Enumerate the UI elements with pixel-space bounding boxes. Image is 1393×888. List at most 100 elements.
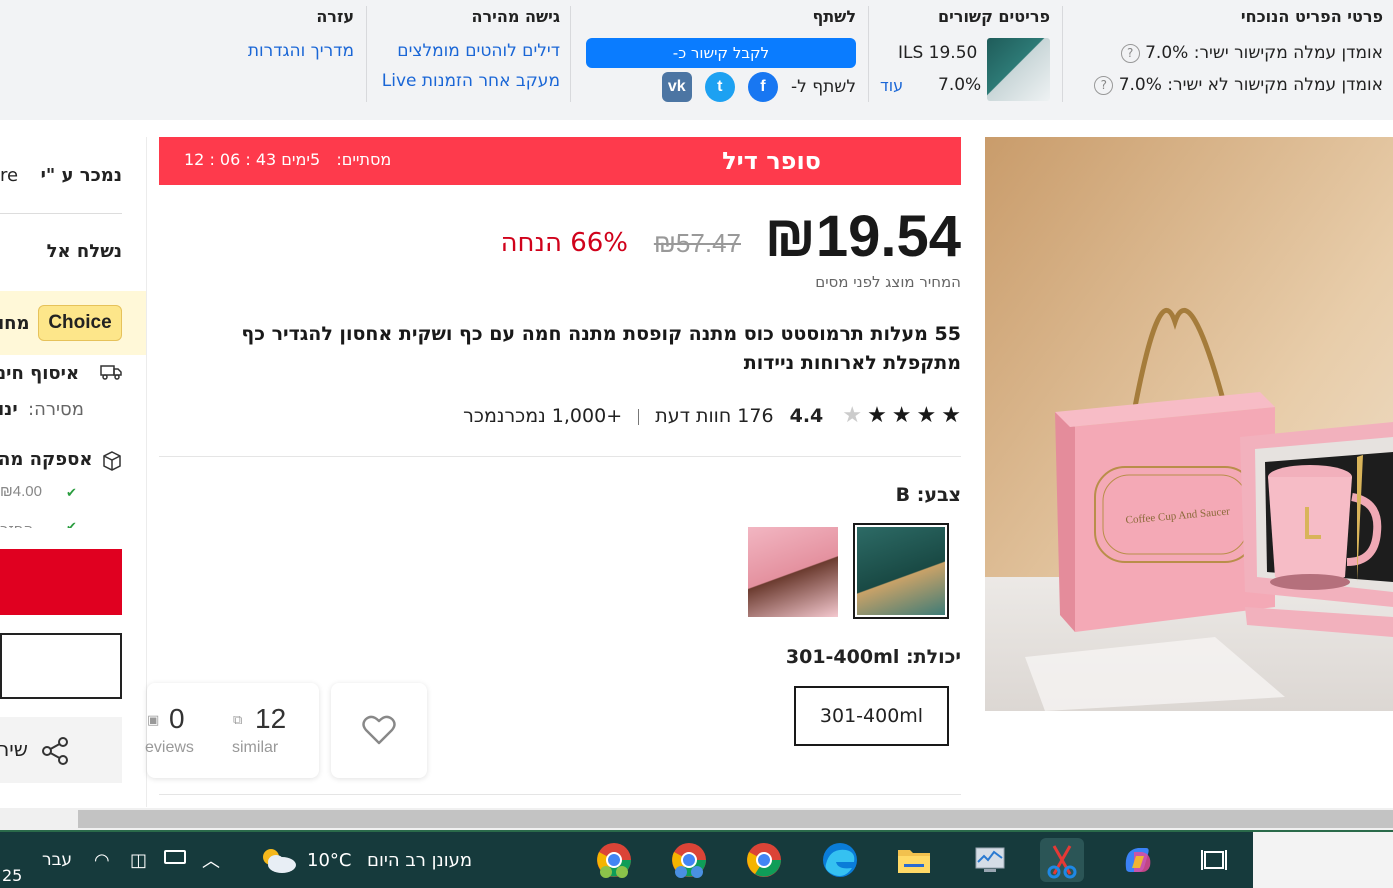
panel-divider: [0, 213, 122, 214]
camera-tray-icon[interactable]: ◫: [130, 850, 147, 871]
wishlist-button[interactable]: [331, 683, 427, 778]
language-indicator[interactable]: עבר: [42, 850, 72, 870]
delivery-label: מסירה:: [28, 399, 84, 420]
help-section: עזרה מדריך והגדרות: [234, 6, 354, 106]
buy-now-button[interactable]: [0, 549, 122, 615]
copilot-icon[interactable]: [1116, 838, 1160, 882]
task-manager-icon[interactable]: [968, 838, 1012, 882]
sold-by-store[interactable]: re: [0, 165, 18, 186]
related-item-thumbnail[interactable]: [987, 38, 1050, 101]
rating-row: ★★★★★ 4.4 176 חוות דעת +1,000 נמכרנמכר: [463, 402, 961, 430]
add-to-cart-button[interactable]: [0, 633, 122, 699]
toolbar-divider: [868, 6, 869, 102]
current-item-title: פרטי הפריט הנוכחי: [1240, 7, 1383, 26]
weather-icon[interactable]: [258, 845, 298, 875]
color-label: צבע: B: [895, 484, 961, 506]
snipping-tool-icon[interactable]: [1040, 838, 1084, 882]
twitter-icon[interactable]: t: [704, 72, 735, 102]
delivery-value: ינו: [0, 399, 18, 420]
sold-by-label: נמכר ע "י: [40, 165, 122, 186]
color-swatch-b[interactable]: [853, 523, 949, 619]
share-row: לשתף ל- f t vk: [585, 72, 856, 102]
share-label: שיר: [0, 737, 28, 761]
reviews-count[interactable]: 176 חוות דעת: [655, 405, 773, 427]
camera-icon: ▣: [147, 713, 160, 728]
facebook-icon[interactable]: f: [747, 72, 778, 102]
scrollbar-thumb[interactable]: [78, 810, 1393, 828]
rating-value: 4.4: [789, 405, 824, 427]
clock-text[interactable]: 25: [2, 866, 22, 885]
stats-card: ▣ 0 eviews ⧉ 12 similar: [145, 683, 319, 778]
weather-temp[interactable]: 10°C: [307, 850, 351, 871]
battery-icon[interactable]: [164, 850, 186, 864]
deal-countdown: מסתיים: 5ימים 12 : 06 : 43: [184, 150, 392, 169]
star-icon: ★: [916, 403, 937, 428]
related-more-link[interactable]: עוד: [880, 75, 903, 97]
weather-text[interactable]: מעונן רב היום: [367, 850, 472, 871]
star-half-icon: ★: [842, 403, 863, 428]
edge-icon[interactable]: [818, 838, 862, 882]
countdown-hours: 12: [184, 150, 205, 169]
original-price: ₪57.47: [653, 228, 741, 258]
choice-badge: Choice: [38, 305, 122, 341]
quick-access-title: גישה מהירה: [471, 7, 560, 26]
color-swatch-a[interactable]: [748, 527, 838, 617]
similar-count[interactable]: 12: [255, 703, 286, 735]
share-icon: [42, 737, 68, 765]
capacity-option[interactable]: 301-400ml: [794, 686, 949, 746]
sold-count: +1,000 נמכרנמכר: [463, 405, 623, 427]
task-view-icon[interactable]: [1192, 838, 1236, 882]
related-commission: 7.0%: [938, 75, 982, 95]
affiliate-toolbar: פרטי הפריט הנוכחי אומדן עמלה מקישור ישיר…: [0, 0, 1393, 120]
capacity-label: יכולת: 301-400ml: [785, 646, 961, 668]
super-deal-bar: סופר דיל מסתיים: 5ימים 12 : 06 : 43: [159, 137, 961, 185]
show-desktop-area[interactable]: [1253, 832, 1393, 888]
file-explorer-icon[interactable]: [892, 838, 936, 882]
section-divider: [159, 456, 961, 457]
copy-icon: ⧉: [233, 713, 243, 728]
similar-label: similar: [232, 739, 279, 756]
swatch-image: [857, 527, 945, 615]
help-icon[interactable]: ?: [1094, 75, 1114, 95]
chrome-profile-y-icon[interactable]: [592, 838, 636, 882]
taskbar-border: [0, 830, 1393, 832]
truck-icon: [100, 365, 122, 380]
free-pickup-label: איסוף חינ: [0, 363, 80, 384]
choice-text: מחו: [0, 313, 30, 334]
order-tracking-link[interactable]: מעקב אחר הזמנות Live: [370, 70, 560, 92]
tax-note: המחיר מוצג לפני מסים: [815, 273, 961, 291]
chevron-up-icon[interactable]: ︿: [202, 847, 220, 873]
help-title: עזרה: [316, 7, 354, 26]
check-icon: ✔: [66, 520, 77, 528]
related-price: ILS 19.50: [898, 43, 978, 63]
horizontal-scrollbar[interactable]: [0, 808, 1393, 830]
toolbar-divider: [366, 6, 367, 102]
fast-delivery-label: אספקה מה: [0, 449, 93, 470]
chrome-icon[interactable]: [742, 838, 786, 882]
rating-divider: [638, 408, 640, 425]
vk-icon[interactable]: vk: [661, 72, 692, 102]
chrome-profile-b-icon[interactable]: [667, 838, 711, 882]
hot-deals-link[interactable]: דילים לוהטים מומלצים: [370, 40, 560, 62]
photo-reviews-label: eviews: [145, 739, 194, 756]
star-icon: ★: [867, 403, 887, 428]
current-price: ₪19.54: [764, 204, 961, 269]
guide-settings-link[interactable]: מדריך והגדרות: [234, 40, 354, 62]
discount-percent: 66% הנחה: [500, 228, 628, 258]
product-title: 55 מעלות תרמוסטט כוס מתנה קופסת מתנה חמה…: [241, 323, 961, 374]
direct-commission: אומדן עמלה מקישור ישיר: 7.0% ?: [1093, 42, 1383, 64]
help-icon[interactable]: ?: [1120, 43, 1140, 63]
section-divider: [159, 794, 961, 795]
product-main-image[interactable]: Coffee Cup And Saucer: [985, 137, 1393, 711]
share-button[interactable]: שיר: [0, 717, 122, 783]
star-icon: ★: [891, 403, 912, 428]
wifi-icon[interactable]: ◠: [94, 850, 110, 871]
check-icon: ✔: [66, 486, 77, 501]
swatch-image: [748, 527, 838, 617]
countdown-minutes: 06: [219, 150, 241, 169]
share-to-label: לשתף ל-: [791, 77, 856, 97]
get-link-button[interactable]: לקבל קישור כ-: [586, 38, 856, 68]
photo-reviews-count[interactable]: 0: [169, 703, 185, 735]
ship-to-label[interactable]: נשלח אל: [47, 241, 122, 262]
deal-ends-label: מסתיים:: [336, 150, 392, 169]
